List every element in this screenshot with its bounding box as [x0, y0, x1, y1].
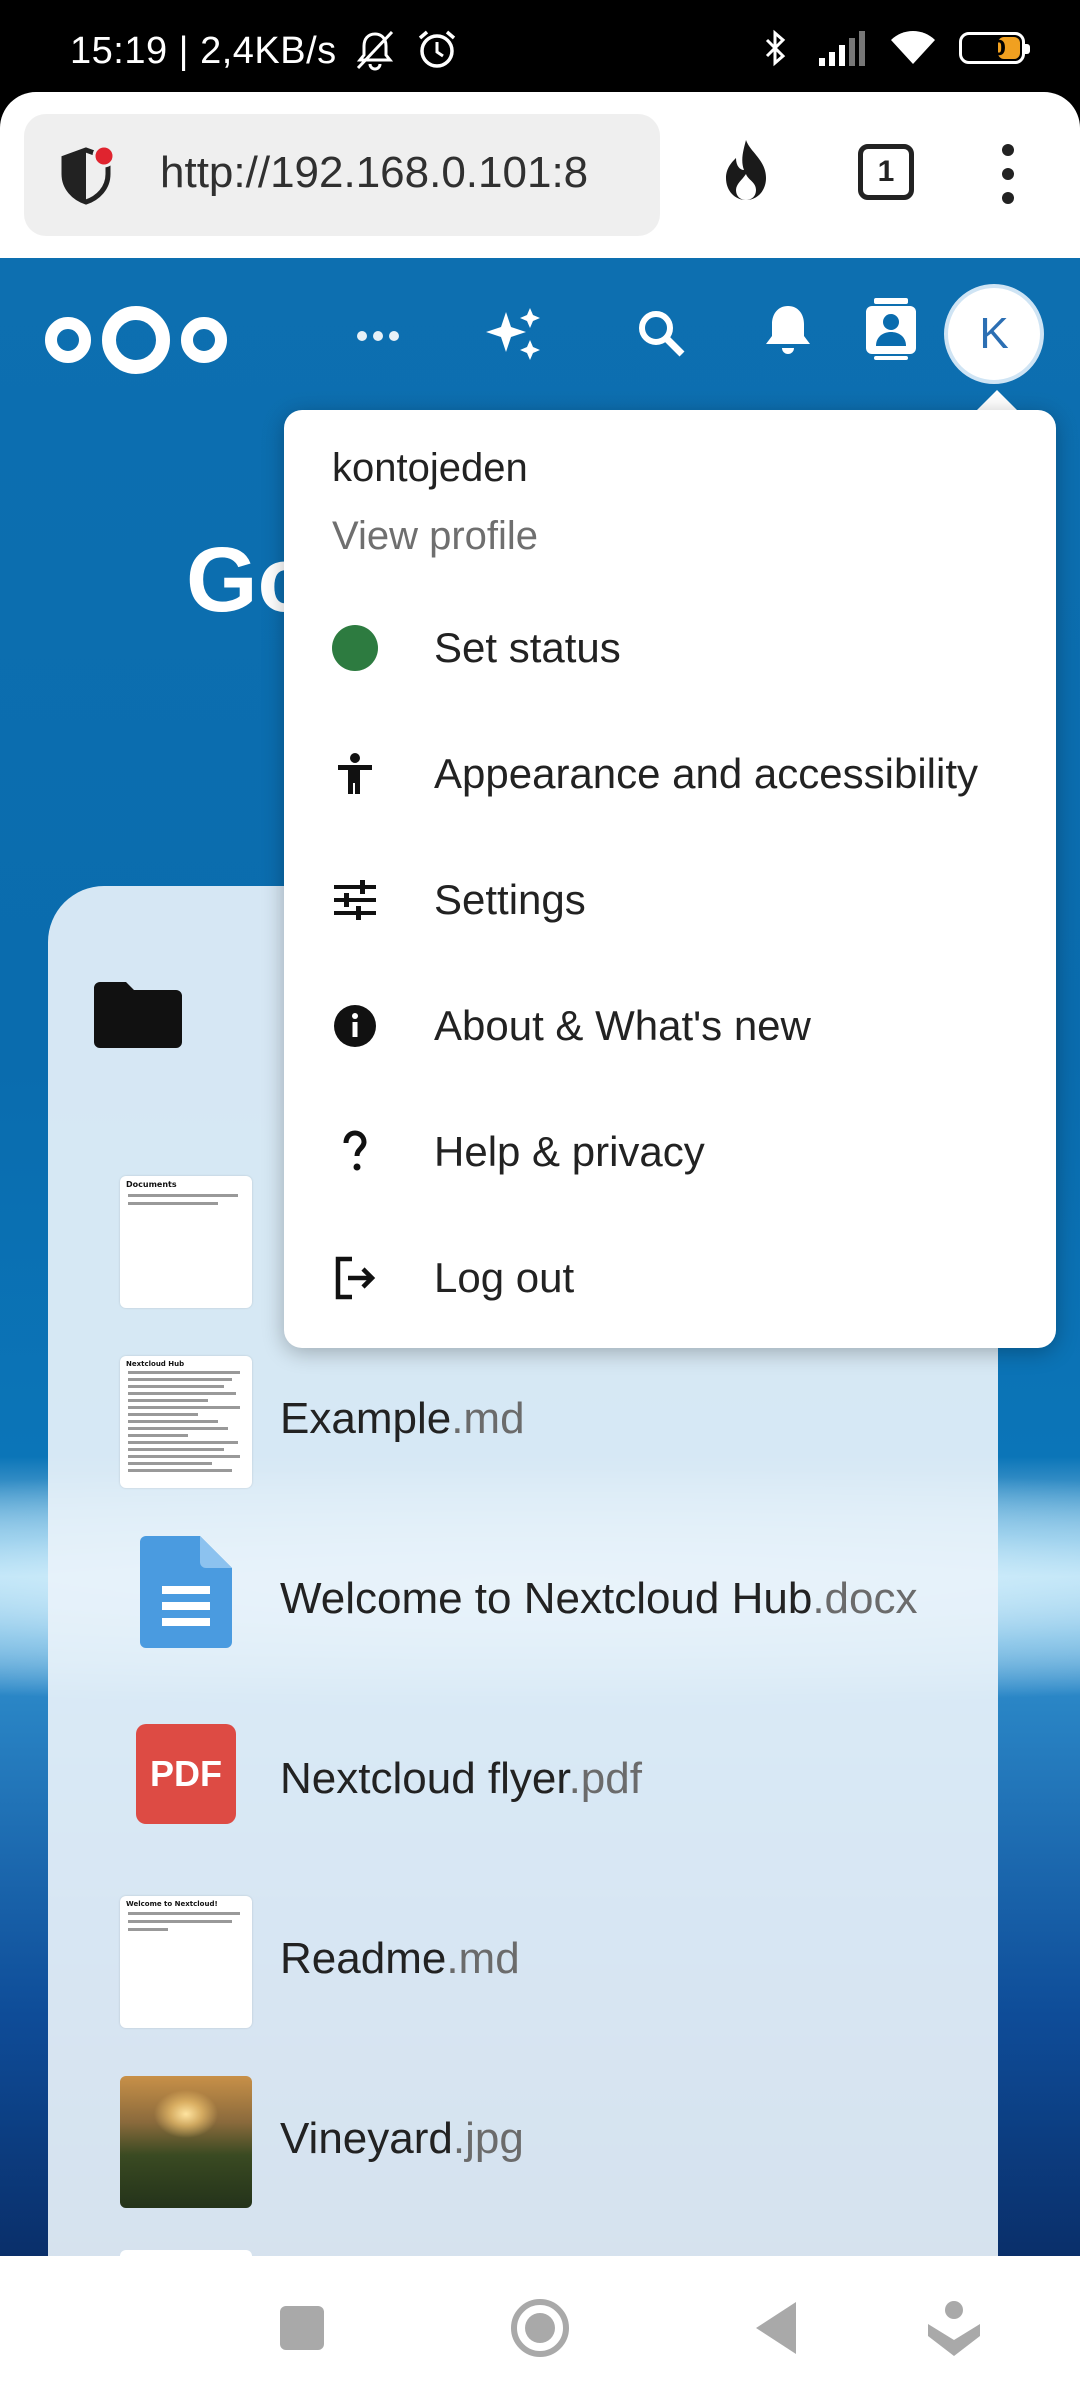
thumbnail-title: Welcome to Nextcloud!: [126, 1900, 218, 1908]
document-thumbnail: Documents: [120, 1176, 252, 1308]
status-bar: 15:19 | 2,4KB/s 40: [0, 0, 1080, 92]
recents-button[interactable]: [280, 2306, 324, 2350]
battery-percent: 40: [978, 36, 1006, 60]
more-horizontal-icon[interactable]: [356, 330, 400, 342]
fire-icon[interactable]: [716, 136, 776, 206]
search-icon[interactable]: [636, 308, 686, 358]
document-icon: [140, 1536, 232, 1648]
status-dot-icon: [332, 625, 378, 671]
thumbnail-title: Documents: [126, 1180, 177, 1189]
thumbnail-title: Nextcloud Hub: [126, 1360, 185, 1368]
avatar[interactable]: K: [944, 284, 1044, 384]
menu-item-label: Appearance and accessibility: [434, 750, 978, 797]
menu-item-appearance[interactable]: Appearance and accessibility: [284, 718, 1056, 828]
view-profile-link[interactable]: View profile: [332, 514, 538, 559]
contacts-icon[interactable]: [864, 298, 918, 360]
home-button[interactable]: [508, 2296, 572, 2360]
nextcloud-logo[interactable]: [44, 303, 228, 377]
tabs-icon[interactable]: 1: [858, 144, 914, 200]
menu-item-label: About & What's new: [434, 1002, 811, 1049]
pdf-icon: PDF: [136, 1724, 236, 1824]
list-item[interactable]: Nextcloud Hub Example.md: [120, 1356, 1020, 1490]
back-button[interactable]: [752, 2300, 798, 2356]
user-menu: kontojeden View profile Set status Appea…: [284, 410, 1056, 1348]
bell-icon[interactable]: [762, 302, 814, 358]
list-item[interactable]: Welcome to Nextcloud! Readme.md: [120, 1896, 1020, 2030]
signal-icon: [819, 31, 865, 66]
menu-item-label: Log out: [434, 1254, 575, 1301]
browser-toolbar: http://192.168.0.101:8 1: [0, 92, 1080, 258]
sliders-icon: [334, 880, 376, 920]
markdown-thumbnail: Welcome to Nextcloud!: [120, 1896, 252, 2028]
markdown-thumbnail: Nextcloud Hub: [120, 1356, 252, 1488]
status-time: 15:19 | 2,4KB/s: [70, 30, 337, 72]
list-item[interactable]: Welcome to Nextcloud Hub.docx: [120, 1536, 1020, 1670]
question-icon: [343, 1130, 367, 1171]
menu-item-label: Set status: [434, 624, 621, 671]
menu-username[interactable]: kontojeden: [332, 446, 528, 491]
list-item[interactable]: Vineyard.jpg: [120, 2076, 1020, 2210]
bell-off-icon: [356, 30, 394, 71]
wifi-icon: [891, 31, 935, 64]
menu-item-set-status[interactable]: Set status: [284, 592, 1056, 702]
menu-item-help[interactable]: Help & privacy: [284, 1096, 1056, 1206]
sparkle-icon[interactable]: [484, 304, 544, 364]
file-name[interactable]: Welcome to Nextcloud Hub.docx: [280, 1574, 918, 1624]
menu-caret: [975, 390, 1019, 412]
bluetooth-icon: [765, 29, 786, 67]
alarm-icon: [418, 30, 456, 68]
info-icon: [334, 1005, 376, 1047]
file-name[interactable]: Nextcloud flyer.pdf: [280, 1754, 642, 1804]
url-text[interactable]: http://192.168.0.101:8: [160, 148, 656, 198]
more-vertical-icon[interactable]: [996, 142, 1020, 206]
file-name[interactable]: Readme.md: [280, 1934, 520, 1984]
list-item[interactable]: PDF Nextcloud flyer.pdf: [120, 1716, 1020, 1850]
image-thumbnail: [120, 2076, 252, 2208]
menu-item-label: Help & privacy: [434, 1128, 705, 1175]
status-icons: 40: [755, 26, 1030, 70]
battery-icon: 40: [959, 32, 1030, 64]
file-name[interactable]: Vineyard.jpg: [280, 2114, 524, 2164]
accessibility-icon: [338, 753, 372, 794]
address-bar[interactable]: http://192.168.0.101:8: [24, 114, 660, 236]
logout-icon: [335, 1256, 376, 1300]
file-name[interactable]: Example.md: [280, 1394, 525, 1444]
menu-item-logout[interactable]: Log out: [284, 1222, 1056, 1332]
folder-icon[interactable]: [94, 978, 182, 1048]
menu-item-about[interactable]: About & What's new: [284, 970, 1056, 1080]
navigation-bar: [0, 2256, 1080, 2400]
shield-icon[interactable]: [54, 144, 118, 208]
menu-item-label: Settings: [434, 876, 586, 923]
menu-item-settings[interactable]: Settings: [284, 844, 1056, 954]
assistant-button[interactable]: [926, 2300, 982, 2358]
